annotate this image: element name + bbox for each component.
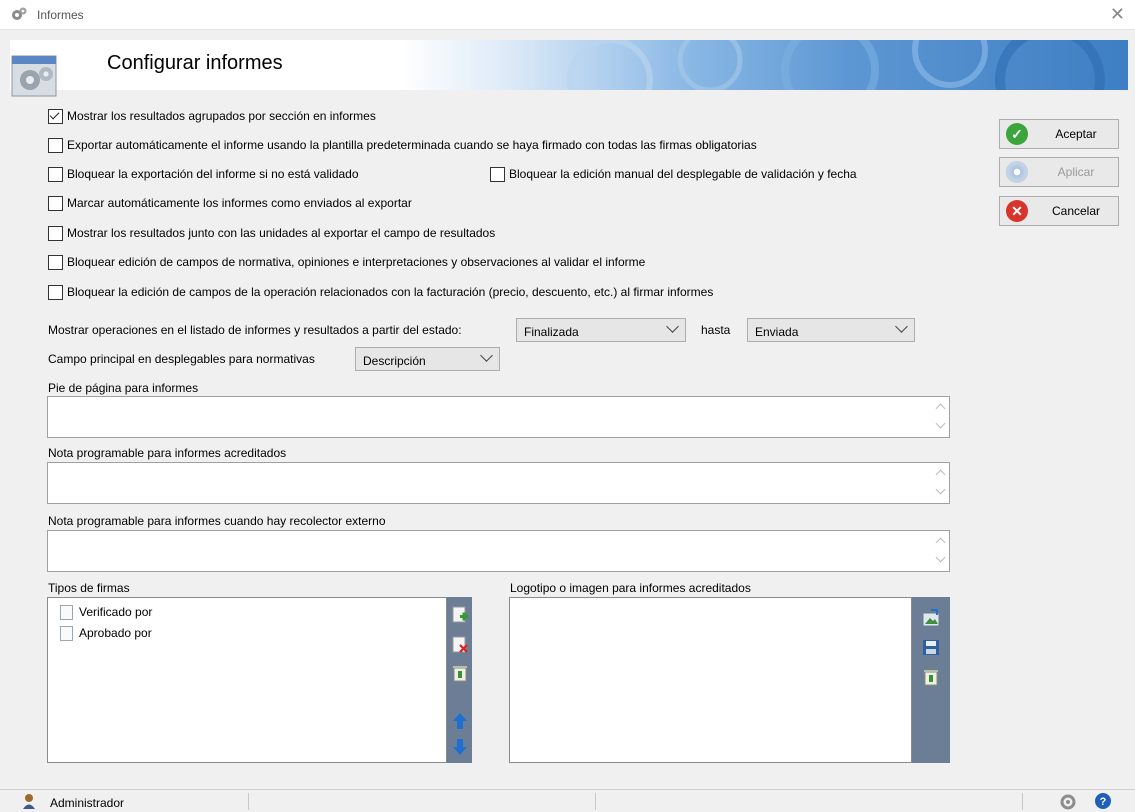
logo-label: Logotipo o imagen para informes acredita…	[510, 581, 751, 595]
help-icon[interactable]: ?	[1094, 792, 1112, 810]
main-field-select[interactable]: Descripción	[355, 347, 500, 371]
accredited-note-textarea[interactable]	[47, 462, 950, 504]
status-divider	[248, 793, 249, 810]
load-image-icon[interactable]	[921, 609, 941, 629]
document-icon	[60, 625, 73, 641]
checkbox-checked[interactable]	[48, 108, 63, 124]
apply-button[interactable]: Aplicar	[999, 157, 1119, 187]
banner-decoration	[567, 40, 1105, 90]
status-divider	[1022, 793, 1023, 810]
external-note-label: Nota programable para informes cuando ha…	[48, 514, 386, 528]
checkbox[interactable]	[48, 195, 63, 211]
scroll-down-icon[interactable]	[935, 418, 946, 429]
option-label: Exportar automáticamente el informe usan…	[67, 138, 757, 152]
close-icon[interactable]: ✕	[1110, 4, 1125, 25]
scroll-down-icon[interactable]	[935, 484, 946, 495]
signature-types-list[interactable]: Verificado por Aprobado por	[47, 597, 447, 763]
option-label: Mostrar los resultados junto con las uni…	[67, 226, 496, 240]
trash-icon[interactable]	[450, 663, 470, 683]
option-results-with-units[interactable]: Mostrar los resultados junto con las uni…	[48, 225, 495, 241]
option-block-norms-on-validate[interactable]: Bloquear edición de campos de normativa,…	[48, 254, 645, 270]
checkbox[interactable]	[48, 284, 63, 300]
option-block-billing-on-sign[interactable]: Bloquear la edición de campos de la oper…	[48, 284, 713, 300]
accept-button[interactable]: ✓ Aceptar	[999, 119, 1119, 149]
status-to-value: Enviada	[755, 325, 799, 339]
svg-text:?: ?	[1100, 796, 1107, 808]
scroll-up-icon[interactable]	[935, 469, 946, 480]
footer-label: Pie de página para informes	[48, 381, 199, 395]
option-auto-export[interactable]: Exportar automáticamente el informe usan…	[48, 137, 757, 153]
save-image-icon[interactable]	[921, 637, 941, 657]
option-label: Bloquear la exportación del informe si n…	[67, 167, 359, 181]
option-mark-sent-on-export[interactable]: Marcar automáticamente los informes como…	[48, 195, 412, 211]
checkbox[interactable]	[490, 166, 505, 182]
cancel-label: Cancelar	[1051, 204, 1101, 218]
list-item[interactable]: Verificado por	[60, 604, 152, 620]
scrollbar[interactable]	[932, 463, 949, 503]
app-gears-icon	[12, 7, 27, 20]
chevron-down-icon	[480, 349, 493, 362]
user-icon	[23, 794, 35, 809]
header-banner: Configurar informes	[10, 40, 1128, 90]
list-item-label: Verificado por	[79, 605, 153, 619]
checkbox[interactable]	[48, 166, 63, 182]
option-label: Bloquear la edición manual del desplegab…	[509, 167, 857, 181]
scroll-up-icon[interactable]	[935, 403, 946, 414]
accept-label: Aceptar	[1055, 127, 1097, 141]
option-block-validation-dropdown[interactable]: Bloquear la edición manual del desplegab…	[490, 166, 857, 182]
logo-toolstrip	[912, 597, 950, 763]
disc-icon	[1006, 161, 1028, 183]
trash-icon[interactable]	[921, 667, 941, 687]
window-title: Informes	[37, 8, 84, 22]
cancel-x-icon: ✕	[1006, 200, 1028, 222]
remove-signature-icon[interactable]	[450, 635, 470, 655]
apply-label: Aplicar	[1057, 165, 1095, 179]
add-signature-icon[interactable]	[450, 605, 470, 625]
option-group-by-section[interactable]: Mostrar los resultados agrupados por sec…	[48, 108, 376, 124]
status-from-value: Finalizada	[524, 325, 579, 339]
status-divider	[595, 793, 596, 810]
status-bar: Administrador ?	[0, 789, 1135, 812]
accredited-note-label: Nota programable para informes acreditad…	[48, 446, 287, 460]
arrow-up-icon[interactable]	[450, 711, 470, 731]
arrow-down-icon[interactable]	[450, 737, 470, 757]
checkbox[interactable]	[48, 225, 63, 241]
footer-textarea[interactable]	[47, 396, 950, 438]
status-to-select[interactable]: Enviada	[747, 318, 915, 342]
option-block-export-unvalidated[interactable]: Bloquear la exportación del informe si n…	[48, 166, 359, 182]
option-label: Bloquear la edición de campos de la oper…	[67, 285, 714, 299]
main-field-value: Descripción	[363, 354, 426, 368]
option-label: Marcar automáticamente los informes como…	[67, 196, 412, 210]
report-settings-icon	[11, 55, 57, 97]
cancel-button[interactable]: ✕ Cancelar	[999, 196, 1119, 226]
list-item[interactable]: Aprobado por	[60, 625, 152, 641]
check-icon: ✓	[1006, 123, 1028, 145]
signature-types-label: Tipos de firmas	[48, 581, 130, 595]
scrollbar[interactable]	[932, 397, 949, 437]
main-field-label: Campo principal en desplegables para nor…	[48, 352, 315, 366]
scroll-up-icon[interactable]	[935, 537, 946, 548]
list-item-label: Aprobado por	[79, 626, 152, 640]
checkbox[interactable]	[48, 254, 63, 270]
checkbox[interactable]	[48, 137, 63, 153]
scroll-down-icon[interactable]	[935, 552, 946, 563]
scrollbar[interactable]	[932, 531, 949, 571]
document-icon	[60, 604, 73, 620]
status-from-select[interactable]: Finalizada	[516, 318, 686, 342]
settings-icon[interactable]	[1058, 792, 1080, 810]
chevron-down-icon	[895, 320, 908, 333]
logo-image-area[interactable]	[509, 597, 912, 763]
title-bar: Informes ✕	[0, 0, 1135, 30]
page-heading: Configurar informes	[107, 52, 283, 74]
status-filter-label: Mostrar operaciones en el listado de inf…	[48, 323, 462, 337]
option-label: Bloquear edición de campos de normativa,…	[67, 255, 646, 269]
status-user: Administrador	[50, 796, 125, 810]
signature-toolstrip	[447, 597, 472, 763]
status-to-label: hasta	[701, 323, 731, 337]
option-label: Mostrar los resultados agrupados por sec…	[67, 109, 376, 123]
chevron-down-icon	[666, 320, 679, 333]
external-note-textarea[interactable]	[47, 530, 950, 572]
